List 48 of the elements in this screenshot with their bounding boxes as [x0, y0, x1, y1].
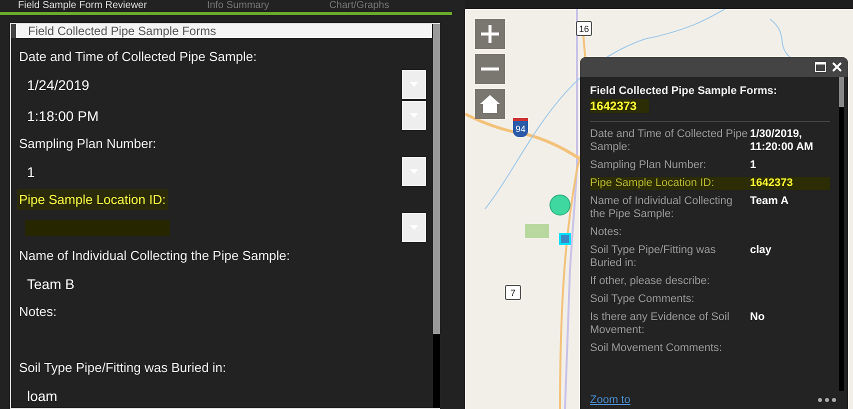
popup-id: 1642373	[590, 99, 649, 113]
attribute-label: If other, please describe:	[590, 275, 711, 288]
zoom-out-button[interactable]	[475, 54, 505, 84]
tab[interactable]: Field Sample Form Reviewer	[18, 0, 147, 12]
field-label: Soil Type Pipe/Fitting was Buried in:	[18, 359, 228, 377]
field-value[interactable]: 1	[17, 164, 402, 180]
maximize-icon[interactable]	[815, 62, 826, 72]
field-label: Pipe Sample Location ID:	[17, 189, 168, 210]
minus-icon	[481, 67, 499, 71]
road-shield: 7	[505, 285, 521, 300]
attribute-value: No	[750, 311, 766, 325]
attribute-value: 1	[750, 159, 758, 172]
attribute-label: Name of Individual Collecting the Pipe Sample:	[590, 195, 734, 221]
zoom-to-link[interactable]: Zoom to	[590, 394, 630, 406]
attribute-label: Pipe Sample Location ID:	[590, 177, 716, 190]
attribute-value: Team A	[750, 195, 790, 209]
field-label: Sampling Plan Number:	[18, 135, 158, 153]
field-label: Notes:	[18, 303, 58, 321]
field-value[interactable]: 1:18:00 PM	[17, 108, 402, 124]
field-value[interactable]: loam	[17, 388, 432, 404]
attribute-value: clay	[750, 244, 772, 258]
tab[interactable]: Info Summary	[206, 0, 270, 12]
attribute-label: Soil Movement Comments:	[590, 342, 724, 355]
road-shield: 16	[576, 21, 592, 36]
field-value[interactable]: Team B	[17, 276, 432, 292]
scrollbar[interactable]	[839, 77, 844, 391]
attribute-label: Date and Time of Collected Pipe Sample:	[590, 128, 749, 154]
tab[interactable]: Chart/Graphs	[329, 0, 390, 12]
plus-icon	[481, 25, 499, 43]
home-button[interactable]	[475, 89, 505, 119]
attribute-label: Soil Type Pipe/Fitting was Buried in:	[590, 244, 717, 270]
field-label: Date and Time of Collected Pipe Sample:	[18, 48, 258, 66]
home-icon	[480, 95, 500, 113]
popup-title: Field Collected Pipe Sample Forms:	[590, 85, 778, 97]
attribute-label: Soil Type Comments:	[590, 293, 696, 306]
attribute-value: 1642373	[750, 177, 794, 190]
form-title: Field Collected Pipe Sample Forms	[11, 24, 432, 38]
road-shield: 94	[513, 118, 528, 137]
scrollbar[interactable]	[433, 24, 440, 408]
field-value[interactable]: 1/24/2019	[17, 76, 402, 92]
attribute-label: Is there any Evidence of Soil Movement:	[590, 311, 730, 337]
close-icon[interactable]	[832, 62, 842, 72]
field-label: Name of Individual Collecting the Pipe Sample:	[18, 247, 291, 265]
more-icon[interactable]	[818, 398, 836, 402]
attribute-label: Sampling Plan Number:	[590, 159, 708, 172]
attribute-label: Notes:	[590, 226, 623, 239]
zoom-in-button[interactable]	[475, 19, 505, 49]
attribute-value: 1/30/2019, 11:20:00 AM	[750, 128, 814, 154]
